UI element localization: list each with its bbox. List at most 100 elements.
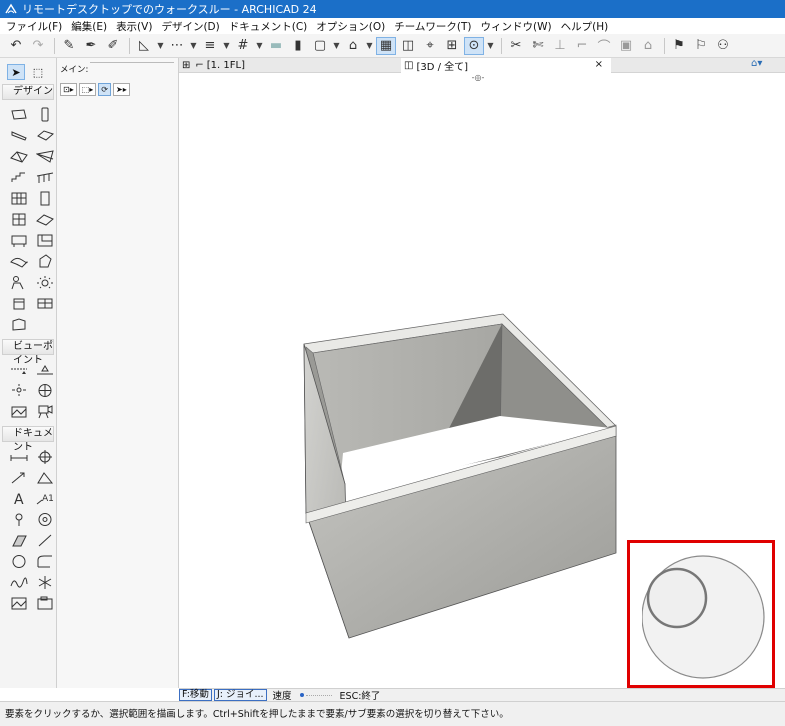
morph-tool-icon[interactable] [34, 253, 56, 270]
wall-tool-icon[interactable] [8, 106, 30, 123]
dropdown-arrow-icon[interactable]: ▼ [222, 37, 231, 55]
menu-window[interactable]: ウィンドウ(W) [481, 19, 552, 34]
menu-design[interactable]: デザイン(D) [161, 19, 219, 34]
slab-tool-icon[interactable] [34, 127, 56, 144]
furniture-tool-icon[interactable] [8, 295, 30, 312]
mesh-tool-icon[interactable] [8, 253, 30, 270]
dimension-tool-icon[interactable] [8, 448, 30, 465]
lamp-tool-icon[interactable] [34, 274, 56, 291]
interior-elevation-tool-icon[interactable] [8, 382, 30, 399]
level-dimension-tool-icon[interactable] [34, 448, 56, 465]
lock-icon[interactable]: ⌂ [343, 37, 363, 55]
people-tool-icon[interactable] [8, 274, 30, 291]
cursor-mode-icon[interactable]: ➤▸ [113, 83, 130, 96]
stair-tool-icon[interactable] [8, 169, 30, 186]
inject-parameters-icon[interactable]: ✐ [103, 37, 123, 55]
hotspot-tool-icon[interactable] [34, 511, 56, 528]
walkthrough-joystick[interactable] [646, 567, 708, 629]
adjust-icon[interactable]: ⊥ [550, 37, 570, 55]
rotate-marquee-icon[interactable]: ⟳ [98, 83, 111, 96]
section-tool-icon[interactable] [8, 361, 30, 378]
marquee-mode-icon[interactable]: ⬚▸ [78, 83, 97, 96]
tab-floor-plan[interactable]: ⊞ ⌐ [1. 1FL] [179, 58, 401, 72]
elevation-tool-icon[interactable] [34, 361, 56, 378]
toolbox-group-document[interactable]: ドキュメント [2, 426, 54, 453]
line-tool-icon[interactable] [34, 532, 56, 549]
text-tool-icon[interactable]: A [8, 490, 30, 507]
radial-dimension-tool-icon[interactable] [8, 469, 30, 486]
3d-explore-icon[interactable]: ⌖ [420, 37, 440, 55]
skylight-tool-icon[interactable] [34, 211, 56, 228]
menu-document[interactable]: ドキュメント(C) [229, 19, 308, 34]
dropdown-arrow-icon[interactable]: ▼ [255, 37, 264, 55]
dropdown-arrow-icon[interactable]: ▼ [332, 37, 341, 55]
drawing-tool-icon[interactable] [34, 595, 56, 612]
speed-slider[interactable] [298, 693, 334, 697]
menu-edit[interactable]: 編集(E) [71, 19, 107, 34]
eyedropper-icon[interactable]: ✒ [81, 37, 101, 55]
menu-file[interactable]: ファイル(F) [6, 19, 62, 34]
angle-dimension-tool-icon[interactable] [34, 469, 56, 486]
zone-tool-icon[interactable] [34, 232, 56, 249]
label-tool-icon[interactable]: A1 [34, 490, 56, 507]
toolbox-group-design[interactable]: デザイン [2, 84, 54, 100]
toolbox-group-viewpoint[interactable]: ビューポイント [2, 339, 54, 366]
flag-text-icon[interactable]: ⚐ [691, 37, 711, 55]
selection-mode-icon[interactable]: ⊡▸ [60, 83, 77, 96]
worksheet-tool-icon[interactable] [34, 382, 56, 399]
grid-snap-icon[interactable]: # [233, 37, 253, 55]
split-icon[interactable]: ✄ [528, 37, 548, 55]
fillet-icon[interactable]: ⌒ [594, 37, 614, 55]
roof-icon[interactable]: ⌂ [638, 37, 658, 55]
arrow-tool-icon[interactable]: ➤ [7, 64, 25, 80]
favorites-icon[interactable]: ⚇ [713, 37, 733, 55]
guide-lines-icon[interactable]: ⋯ [167, 37, 187, 55]
3d-style-icon[interactable]: ◫ [398, 37, 418, 55]
figure-tool-icon[interactable] [8, 595, 30, 612]
shelf-tool-icon[interactable] [34, 295, 56, 312]
speed-slider-thumb[interactable] [299, 693, 304, 697]
door-tool-icon[interactable] [34, 190, 56, 207]
renovation-filter-icon[interactable]: ▬ [266, 37, 286, 55]
undo-icon[interactable]: ↶ [6, 37, 26, 55]
offset-icon[interactable]: ▣ [616, 37, 636, 55]
trim-icon[interactable]: ✂ [506, 37, 526, 55]
object-tool-icon[interactable] [8, 232, 30, 249]
flag-icon[interactable]: ⚑ [669, 37, 689, 55]
view-settings-icon[interactable]: ⌂▾ [751, 58, 762, 69]
intersect-icon[interactable]: ⌐ [572, 37, 592, 55]
orbit-icon[interactable]: ⊙ [464, 36, 484, 55]
tab-3d-view[interactable]: ◫ [3D / 全て] × [401, 58, 611, 73]
menu-teamwork[interactable]: チームワーク(T) [394, 19, 471, 34]
trace-icon[interactable]: ◺ [134, 37, 154, 55]
3d-cutaway-icon[interactable]: ▦ [376, 36, 396, 55]
dropdown-arrow-icon[interactable]: ▼ [486, 37, 495, 55]
menu-view[interactable]: 表示(V) [116, 19, 152, 34]
pick-up-parameters-icon[interactable]: ✎ [59, 37, 79, 55]
partial-structure-icon[interactable]: ▢ [310, 37, 330, 55]
layer-combination-icon[interactable]: ≡ [200, 37, 220, 55]
close-tab-icon[interactable]: × [595, 59, 603, 70]
walkthrough-navigator[interactable] [642, 555, 766, 679]
column-tool-icon[interactable] [34, 106, 56, 123]
menu-options[interactable]: オプション(O) [316, 19, 385, 34]
dropdown-arrow-icon[interactable]: ▼ [189, 37, 198, 55]
roof-tool-icon[interactable] [8, 148, 30, 165]
dropdown-arrow-icon[interactable]: ▼ [156, 37, 165, 55]
beam-tool-icon[interactable] [8, 127, 30, 144]
curtain-wall-tool-icon[interactable] [8, 190, 30, 207]
walk-mode-icon[interactable]: ⊞ [442, 37, 462, 55]
redo-icon[interactable]: ↷ [28, 37, 48, 55]
shell-tool-icon[interactable] [34, 148, 56, 165]
fill-tool-icon[interactable] [8, 511, 30, 528]
hatch-tool-icon[interactable] [8, 532, 30, 549]
panel-tool-icon[interactable] [8, 316, 30, 333]
camera-tool-icon[interactable] [34, 403, 56, 420]
railing-tool-icon[interactable] [34, 169, 56, 186]
window-tool-icon[interactable] [8, 211, 30, 228]
spline-tool-icon[interactable] [8, 574, 30, 591]
marquee-tool-icon[interactable]: ⬚ [29, 64, 47, 80]
circle-tool-icon[interactable] [8, 553, 30, 570]
element-icon[interactable]: ▮ [288, 37, 308, 55]
hotspot-star-tool-icon[interactable] [34, 574, 56, 591]
